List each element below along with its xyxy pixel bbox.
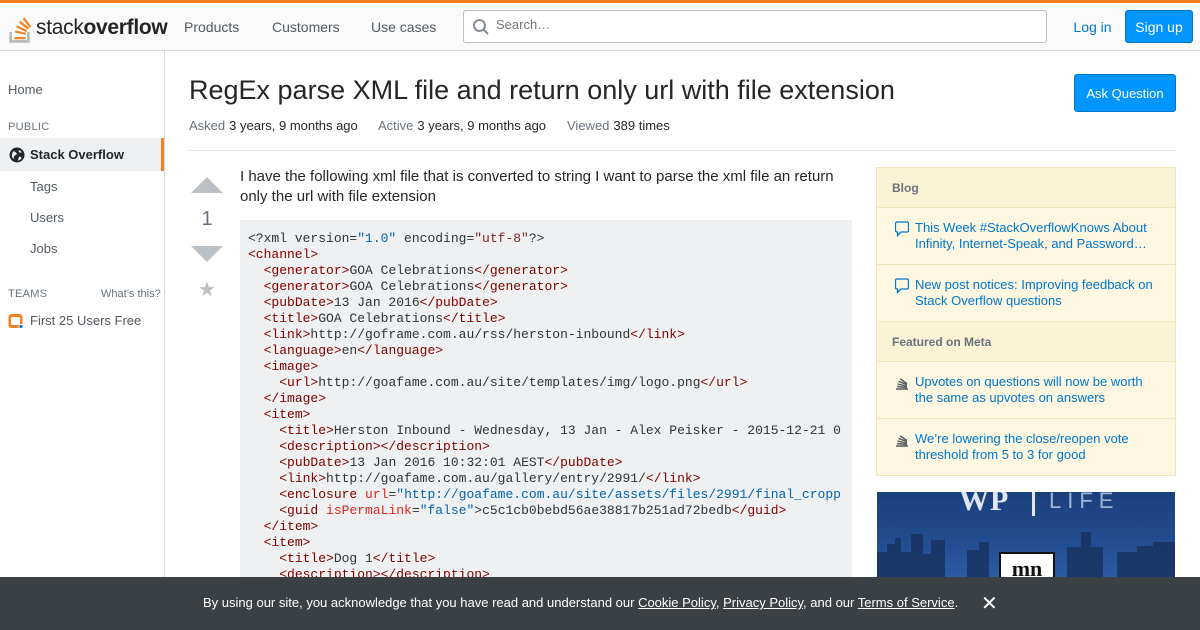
privacy-policy-link[interactable]: Privacy Policy: [723, 595, 803, 610]
blog-heading: Blog: [877, 168, 1175, 208]
nav-stack-overflow-label: Stack Overflow: [30, 147, 124, 162]
speech-bubble-icon: [895, 221, 909, 237]
nav-tags[interactable]: Tags: [30, 179, 57, 194]
meta-item[interactable]: We’re lowering the close/reopen vote thr…: [877, 419, 1175, 476]
vote-count: 1: [201, 208, 213, 230]
nav-home[interactable]: Home: [8, 82, 43, 97]
blog-item[interactable]: This Week #StackOverflowKnows About Infi…: [877, 208, 1175, 265]
cookie-text: By using our site, you acknowledge that …: [203, 595, 959, 610]
header-divider: [189, 150, 1176, 151]
blog-meta-widget: Blog This Week #StackOverflowKnows About…: [876, 167, 1176, 476]
sidebar-advertisement[interactable]: WP LIFE mn: [877, 492, 1175, 582]
asked-label: Asked: [189, 118, 226, 133]
whats-this-link[interactable]: What’s this?: [101, 288, 161, 300]
meta-item-link[interactable]: Upvotes on questions will now be worth t…: [915, 374, 1160, 406]
ad-life-logo: LIFE: [1049, 492, 1120, 513]
meta-item-link[interactable]: We’re lowering the close/reopen vote thr…: [915, 431, 1160, 463]
stack-logo-icon: [9, 17, 32, 43]
active-label: Active: [378, 118, 414, 133]
asked-value: 3 years, 9 months ago: [229, 118, 358, 133]
nav-jobs[interactable]: Jobs: [30, 241, 57, 256]
terms-of-service-link[interactable]: Terms of Service: [858, 595, 955, 610]
cookie-banner: By using our site, you acknowledge that …: [0, 577, 1200, 630]
ask-question-button[interactable]: Ask Question: [1074, 74, 1176, 112]
blog-item-link[interactable]: New post notices: Improving feedback on …: [915, 277, 1160, 309]
question-title[interactable]: RegEx parse XML file and return only url…: [189, 75, 895, 106]
logo-text: stackoverflow: [36, 16, 168, 39]
active-value[interactable]: 3 years, 9 months ago: [417, 118, 546, 133]
stack-exchange-icon: [896, 435, 908, 447]
ad-divider: [1032, 492, 1035, 516]
favorite-star-icon[interactable]: ★: [198, 277, 216, 302]
downvote-button[interactable]: [191, 246, 223, 262]
search-box[interactable]: [463, 10, 1047, 43]
nav-users[interactable]: Users: [30, 210, 64, 225]
login-button[interactable]: Log in: [1065, 10, 1120, 43]
asked-meta: Asked 3 years, 9 months ago: [189, 118, 358, 133]
code-content: <?xml version="1.0" encoding="utf-8"?> <…: [248, 231, 841, 580]
code-block: <?xml version="1.0" encoding="utf-8"?> <…: [240, 220, 852, 580]
stackoverflow-logo[interactable]: stackoverflow: [8, 11, 168, 45]
ad-wp-logo: WP: [959, 492, 1010, 517]
globe-icon: [9, 147, 25, 163]
viewed-value: 389 times: [613, 118, 670, 133]
search-input[interactable]: [496, 17, 996, 32]
upvote-button[interactable]: [191, 177, 223, 193]
teams-briefcase-icon: [8, 314, 24, 329]
speech-bubble-icon: [895, 278, 909, 294]
left-sidebar: Home PUBLIC Stack Overflow Tags Users Jo…: [0, 51, 165, 630]
viewed-meta: Viewed 389 times: [567, 118, 670, 133]
nav-use-cases[interactable]: Use cases: [371, 19, 436, 35]
blog-item-link[interactable]: This Week #StackOverflowKnows About Infi…: [915, 220, 1160, 252]
cookie-policy-link[interactable]: Cookie Policy: [638, 595, 716, 610]
nav-public-heading: PUBLIC: [8, 121, 50, 133]
blog-item[interactable]: New post notices: Improving feedback on …: [877, 265, 1175, 322]
signup-button[interactable]: Sign up: [1125, 10, 1193, 43]
nav-customers[interactable]: Customers: [272, 19, 340, 35]
meta-item[interactable]: Upvotes on questions will now be worth t…: [877, 362, 1175, 419]
viewed-label: Viewed: [567, 118, 610, 133]
nav-first-25-users[interactable]: First 25 Users Free: [30, 313, 141, 328]
close-icon[interactable]: ✕: [981, 591, 998, 616]
active-meta: Active 3 years, 9 months ago: [378, 118, 546, 133]
nav-teams-heading: TEAMS: [8, 288, 48, 300]
top-bar: stackoverflow Products Customers Use cas…: [0, 0, 1200, 51]
nav-products[interactable]: Products: [184, 19, 239, 35]
featured-meta-heading: Featured on Meta: [877, 322, 1175, 362]
search-icon: [473, 19, 489, 35]
nav-stack-overflow[interactable]: Stack Overflow: [0, 138, 164, 171]
stack-exchange-icon: [896, 378, 908, 390]
question-body: I have the following xml file that is co…: [240, 168, 834, 205]
